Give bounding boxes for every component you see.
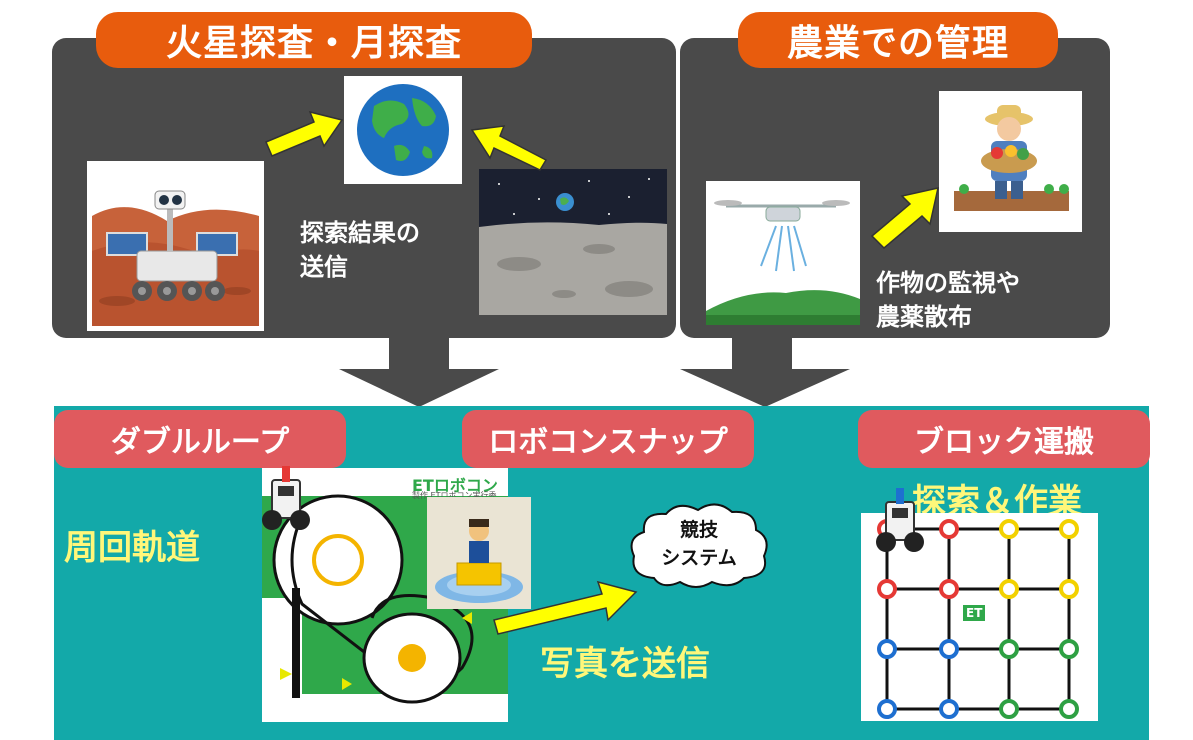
mars-caption: 探索結果の 送信: [300, 216, 420, 284]
mars-moon-title: 火星探査・月探査: [96, 12, 532, 68]
agriculture-caption-line1: 作物の監視や: [876, 269, 1020, 297]
moon-surface-illustration: [479, 169, 667, 315]
mars-caption-line1: 探索結果の: [300, 219, 420, 247]
cloud-line2: システム: [661, 547, 737, 569]
robocon-snap-title: ロボコンスナップ: [462, 410, 754, 468]
farmer-illustration: [939, 91, 1082, 232]
robot-left-illustration: [262, 466, 310, 530]
robot-right-illustration: [876, 488, 924, 552]
block-transport-title: ブロック運搬: [858, 410, 1150, 468]
cloud-line1: 競技: [679, 519, 718, 541]
mars-caption-line2: 送信: [300, 253, 348, 281]
arrow-to-farmer: [870, 187, 939, 250]
send-photo-label: 写真を送信: [540, 644, 710, 684]
down-arrow-left: [339, 335, 499, 407]
arrow-to-earth-left: [265, 110, 344, 157]
agriculture-caption-line2: 農薬散布: [876, 303, 972, 331]
drone-illustration: [706, 181, 860, 325]
orbit-label: 周回軌道: [64, 528, 200, 568]
double-loop-title: ダブルループ: [54, 410, 346, 468]
earth-illustration: [344, 76, 462, 184]
grid-logo: ET: [963, 605, 986, 621]
mars-rover-illustration: [87, 161, 264, 331]
down-arrow-right: [680, 335, 850, 407]
agriculture-title: 農業での管理: [738, 12, 1058, 68]
competition-system-cloud: 競技 システム: [624, 498, 774, 592]
arrow-to-system: [493, 580, 638, 635]
arrow-to-earth-right: [470, 125, 548, 171]
agriculture-caption: 作物の監視や 農薬散布: [876, 266, 1020, 334]
